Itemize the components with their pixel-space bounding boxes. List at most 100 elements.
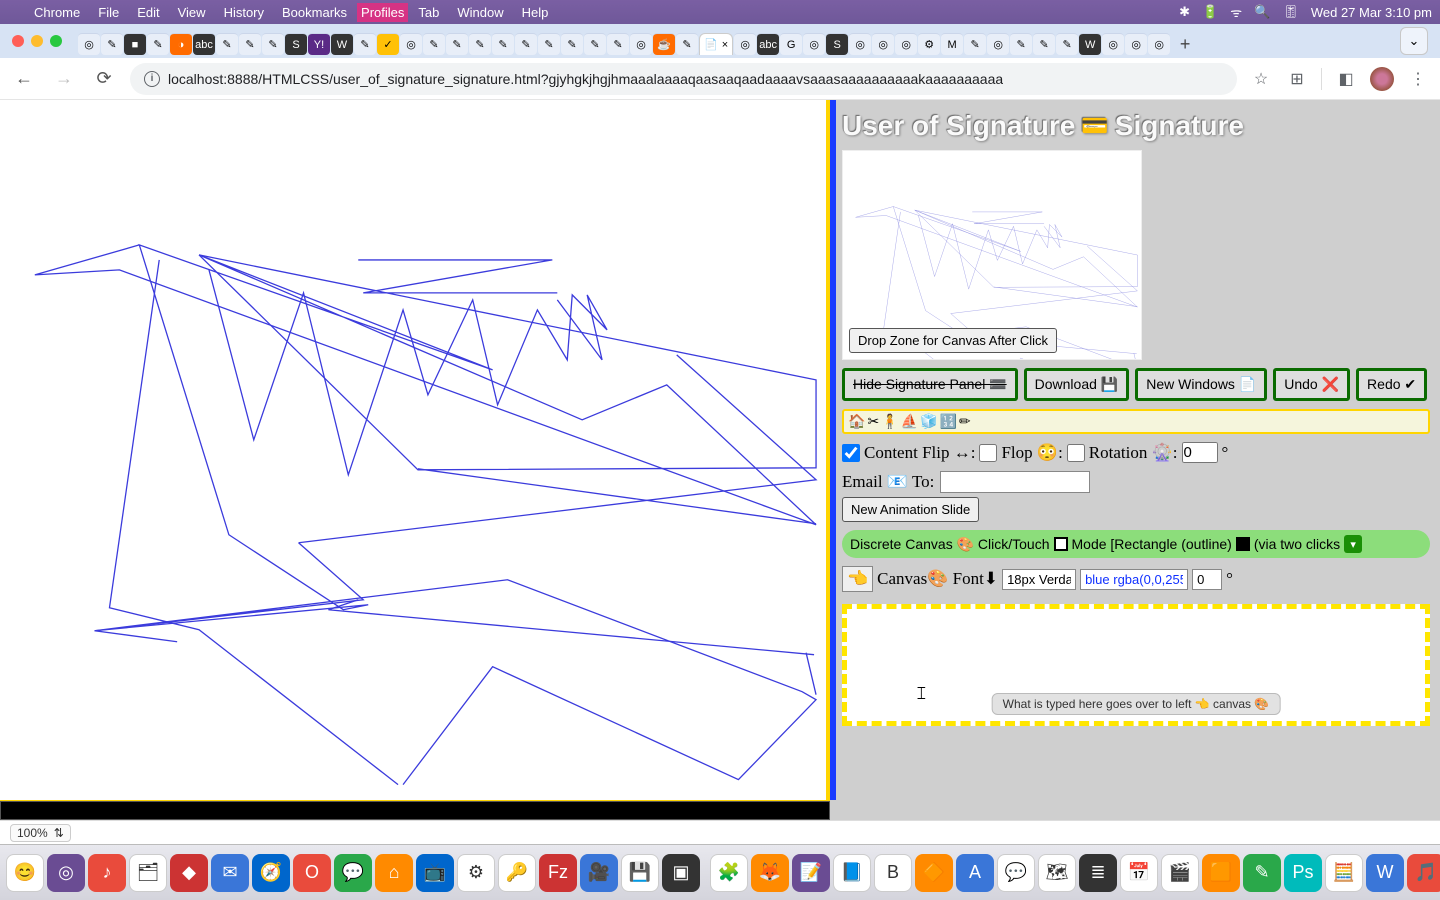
tab-fav[interactable]: ◎ [987,33,1009,55]
close-window[interactable] [12,35,24,47]
undo-button[interactable]: Undo ❌ [1273,368,1350,401]
menu-edit[interactable]: Edit [129,3,167,22]
signature-canvas[interactable] [0,100,826,800]
drop-zone-button[interactable]: Drop Zone for Canvas After Click [849,328,1057,353]
tab-fav[interactable]: ✓ [377,33,399,55]
tab-fav[interactable]: ✎ [147,33,169,55]
angle-input[interactable] [1192,569,1222,590]
tab-fav[interactable]: ✎ [1056,33,1078,55]
tab-list-button[interactable]: ⌄ [1400,27,1428,55]
mode-dropdown-icon[interactable]: ▾ [1344,535,1362,553]
signature-thumbnail[interactable]: Drop Zone for Canvas After Click [842,150,1142,360]
tab-fav[interactable]: ◎ [734,33,756,55]
bluetooth-icon[interactable]: ✱ [1179,4,1190,20]
main-canvas-area[interactable] [0,100,830,800]
menu-window[interactable]: Window [449,3,511,22]
menu-profiles[interactable]: Profiles [357,3,408,22]
bookmark-star-icon[interactable]: ☆ [1249,67,1273,91]
tab-fav[interactable]: ✎ [101,33,123,55]
tab-fav[interactable]: ✎ [423,33,445,55]
tab-fav[interactable]: Y! [308,33,330,55]
dock-app[interactable]: 🗺 [1038,854,1076,892]
email-input[interactable] [940,471,1090,493]
tab-fav[interactable]: ◎ [78,33,100,55]
tab-fav[interactable]: ✎ [607,33,629,55]
app-name[interactable]: Chrome [26,3,88,22]
dock-app[interactable]: Ps [1284,854,1322,892]
tab-fav[interactable]: ■ [124,33,146,55]
font-input[interactable] [1002,569,1076,590]
menu-history[interactable]: History [216,3,272,22]
mode-checkbox-a[interactable] [1054,537,1068,551]
tab-fav[interactable]: ◎ [1102,33,1124,55]
tab-fav[interactable]: G [780,33,802,55]
battery-icon[interactable]: 🔋 [1202,4,1218,20]
tab-fav[interactable]: M [941,33,963,55]
tab-fav[interactable]: ◎ [849,33,871,55]
extensions-icon[interactable]: ⊞ [1285,67,1309,91]
tab-fav[interactable]: S [285,33,307,55]
redo-button[interactable]: Redo ✔ [1356,368,1427,401]
address-bar[interactable]: i localhost:8888/HTMLCSS/user_of_signatu… [130,63,1237,95]
menu-file[interactable]: File [90,3,127,22]
tab-fav[interactable]: W [331,33,353,55]
dock-app[interactable]: 💬 [997,854,1035,892]
tab-fav[interactable]: ✎ [216,33,238,55]
dock-app[interactable]: 🟧 [1202,854,1240,892]
tab-fav[interactable]: ✎ [1010,33,1032,55]
dock-app[interactable]: 🔶 [915,854,953,892]
flop-checkbox[interactable] [979,444,997,462]
zoom-window[interactable] [50,35,62,47]
menubar-clock[interactable]: Wed 27 Mar 3:10 pm [1311,5,1432,20]
minimize-window[interactable] [31,35,43,47]
dock-app[interactable]: 📅 [1120,854,1158,892]
dock-app[interactable]: A [956,854,994,892]
tab-active[interactable]: 📄 × [699,33,733,55]
tab-fav[interactable]: ◎ [1125,33,1147,55]
tab-fav[interactable]: ⚙ [918,33,940,55]
tab-fav[interactable]: ◎ [803,33,825,55]
tab-fav[interactable]: ✎ [1033,33,1055,55]
spotlight-icon[interactable]: 🔍 [1254,4,1270,20]
tool-strip[interactable]: 🏠✂ 🧍⛵ 🧊🔢 ✏ [842,409,1430,434]
tab-fav[interactable]: abc [193,33,215,55]
menu-tab[interactable]: Tab [410,3,447,22]
tab-fav[interactable]: ◎ [1148,33,1170,55]
download-button[interactable]: Download 💾 [1024,368,1130,401]
tab-fav[interactable]: ✎ [239,33,261,55]
chrome-menu-icon[interactable]: ⋮ [1406,67,1430,91]
tab-fav[interactable]: ✎ [492,33,514,55]
color-input[interactable] [1080,569,1188,590]
dock-app[interactable]: 📘 [833,854,871,892]
tab-fav[interactable]: abc [757,33,779,55]
reload-button[interactable]: ⟳ [90,65,118,93]
menu-help[interactable]: Help [514,3,557,22]
text-entry-canvas[interactable]: 𝙸 What is typed here goes over to left 👈… [842,604,1430,726]
dock-app[interactable]: 🎵 [1407,854,1440,892]
dock-app[interactable]: ✎ [1243,854,1281,892]
tab-fav[interactable]: ✎ [676,33,698,55]
tab-fav[interactable]: ◎ [872,33,894,55]
forward-button[interactable]: → [50,65,78,93]
tab-fav[interactable]: ☕ [653,33,675,55]
tab-fav[interactable]: W [1079,33,1101,55]
new-tab-button[interactable]: + [1171,30,1199,58]
tab-fav[interactable]: S [826,33,848,55]
mode-checkbox-b[interactable] [1236,537,1250,551]
dock-app[interactable]: 🧮 [1325,854,1363,892]
dock-app[interactable]: 🎬 [1161,854,1199,892]
black-preview-canvas[interactable] [0,801,830,820]
control-center-icon[interactable]: 🎚 [1282,4,1299,20]
dock-app[interactable]: ≣ [1079,854,1117,892]
tab-fav[interactable]: ✎ [964,33,986,55]
tab-close-icon[interactable]: × [722,39,728,51]
dock-app[interactable]: W [1366,854,1404,892]
tab-fav[interactable]: ◎ [895,33,917,55]
tab-fav[interactable]: ◑ [170,33,192,55]
tab-fav[interactable]: ✎ [538,33,560,55]
tab-fav[interactable]: ✎ [446,33,468,55]
apple-menu[interactable] [8,10,24,14]
new-windows-button[interactable]: New Windows 📄 [1135,368,1267,401]
tab-fav[interactable]: ✎ [469,33,491,55]
back-button[interactable]: ← [10,65,38,93]
